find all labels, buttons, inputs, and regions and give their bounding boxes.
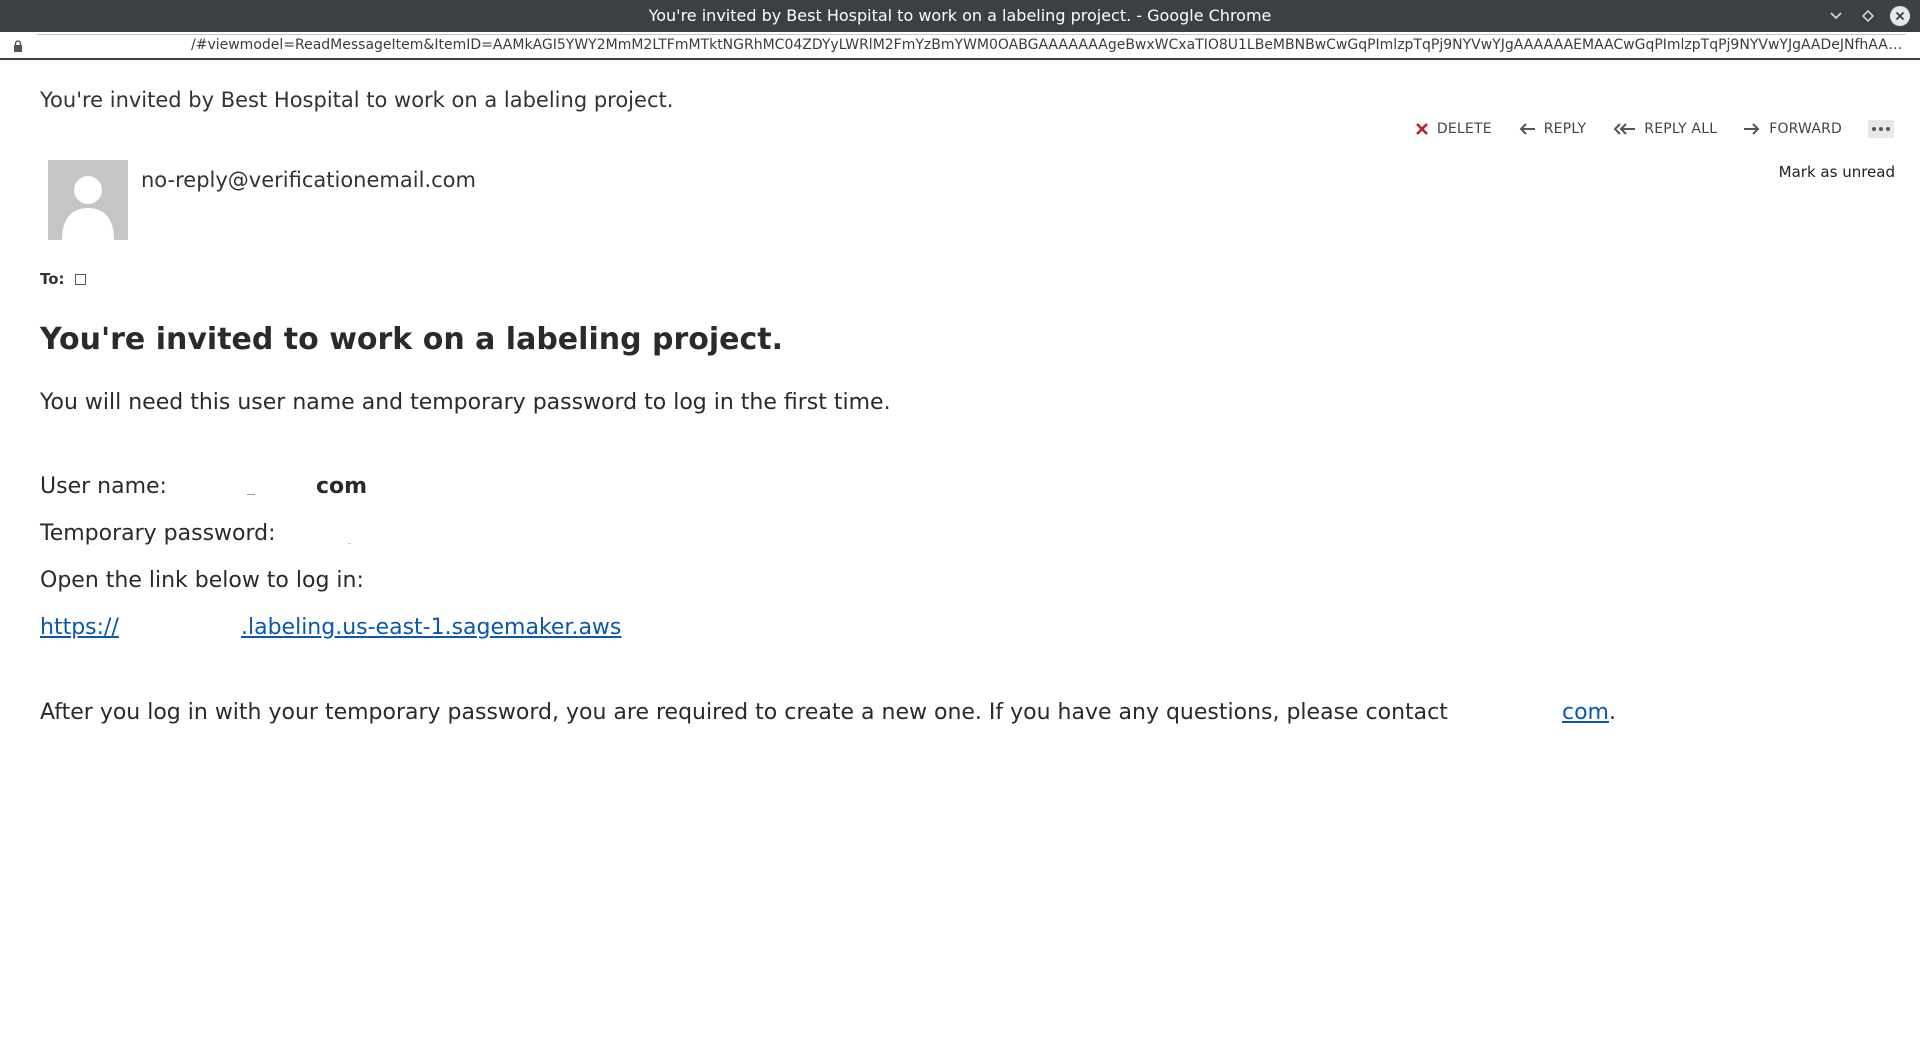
sender-address: no-reply@verificationemail.com: [141, 168, 476, 192]
window-title: You're invited by Best Hospital to work …: [648, 6, 1272, 25]
to-label: To:: [40, 270, 65, 288]
username-label: User name:: [40, 474, 167, 499]
intro-text: You will need this user name and tempora…: [40, 390, 891, 415]
ellipsis-icon: [1872, 127, 1876, 131]
ellipsis-icon: [1879, 127, 1883, 131]
person-silhouette-icon: [62, 176, 114, 240]
chevron-down-icon: [1830, 12, 1842, 20]
closing-text: After you log in with your temporary pas…: [40, 700, 1448, 725]
message-subject: You're invited by Best Hospital to work …: [40, 88, 674, 112]
recipient-placeholder-box[interactable]: [74, 273, 86, 285]
ellipsis-icon: [1886, 127, 1890, 131]
maximize-button[interactable]: [1858, 6, 1878, 26]
password-label: Temporary password:: [40, 521, 276, 546]
delete-label: DELETE: [1436, 121, 1492, 137]
address-bar: /#viewmodel=ReadMessageItem&ItemID=AAMkA…: [0, 32, 1920, 60]
close-window-button[interactable]: [1890, 6, 1910, 26]
diamond-icon: [1862, 10, 1874, 22]
minimize-button[interactable]: [1826, 6, 1846, 26]
open-link-instruction: Open the link below to log in:: [40, 568, 364, 593]
window-titlebar: You're invited by Best Hospital to work …: [0, 0, 1920, 32]
reply-button[interactable]: REPLY: [1518, 121, 1587, 137]
reply-all-label: REPLY ALL: [1644, 121, 1718, 137]
delete-button[interactable]: DELETE: [1415, 121, 1492, 137]
body-heading: You're invited to work on a labeling pro…: [40, 322, 784, 357]
login-link[interactable]: .labeling.us-east-1.sagemaker.aws: [241, 615, 621, 640]
reply-label: REPLY: [1543, 121, 1587, 137]
arrow-right-icon: [1744, 123, 1760, 135]
close-x-icon: [1415, 123, 1428, 135]
contact-email-link[interactable]: com: [1562, 700, 1609, 725]
message-actions-toolbar: DELETE REPLY REPLY ALL FORWARD: [1415, 120, 1894, 138]
forward-button[interactable]: FORWARD: [1743, 121, 1842, 137]
close-icon: [1895, 11, 1905, 21]
forward-label: FORWARD: [1769, 121, 1842, 137]
mark-as-unread-link[interactable]: Mark as unread: [1779, 163, 1895, 181]
closing-period: .: [1609, 700, 1616, 725]
more-actions-button[interactable]: [1868, 120, 1894, 138]
lock-icon: [14, 40, 22, 52]
avatar: [48, 160, 128, 240]
url-field[interactable]: /#viewmodel=ReadMessageItem&ItemID=AAMkA…: [36, 34, 1906, 56]
redaction-mark: [348, 543, 351, 544]
username-value: com: [316, 474, 368, 499]
arrow-left-icon: [1519, 123, 1535, 135]
double-arrow-left-icon: [1613, 123, 1636, 135]
recipients-row: To:: [40, 270, 86, 288]
window-controls: [1826, 0, 1910, 32]
login-link-prefix[interactable]: https://: [40, 615, 119, 640]
redaction-mark: [247, 494, 255, 495]
reply-all-button[interactable]: REPLY ALL: [1612, 121, 1717, 137]
